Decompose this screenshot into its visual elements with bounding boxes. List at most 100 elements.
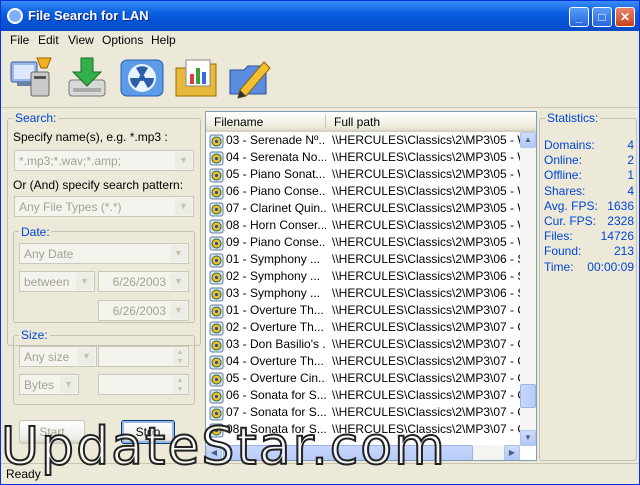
toolbar [1,50,639,108]
filename-cell: 03 - Don Basilio's ... [226,337,326,351]
stat-row: Found: 213 [544,244,634,258]
scroll-left-icon[interactable]: ◀ [206,445,222,460]
path-cell: \\HERCULES\Classics\2\MP3\07 - Gioac [332,405,520,419]
audio-file-icon [209,321,224,336]
hscroll-thumb[interactable] [223,445,473,460]
table-row[interactable]: 04 - Serenata No... \\HERCULES\Classics\2… [206,150,520,167]
path-cell: \\HERCULES\Classics\2\MP3\07 - Gioac [332,320,520,334]
stat-row: Files: 14726 [544,229,634,243]
table-row[interactable]: 03 - Serenade Nº... \\HERCULES\Classics\2… [206,133,520,150]
size-mode-combo[interactable]: Any size ▼ [19,346,97,367]
spin-down-icon[interactable]: ▼ [173,357,187,366]
vertical-scrollbar[interactable]: ▲ ▼ [520,132,536,446]
scroll-up-icon[interactable]: ▲ [520,132,536,148]
table-row[interactable]: 03 - Don Basilio's ... \\HERCULES\Classic… [206,337,520,354]
maximize-button[interactable]: □ [592,7,612,27]
menu-edit[interactable]: Edit [38,33,59,47]
scroll-down-icon[interactable]: ▼ [520,430,536,446]
spin-up-icon[interactable]: ▲ [173,376,187,385]
path-cell: \\HERCULES\Classics\2\MP3\06 - Serge [332,269,520,283]
chevron-down-icon[interactable]: ▼ [175,198,192,215]
stop-button[interactable]: Stop [121,420,175,444]
chevron-down-icon[interactable]: ▼ [76,273,93,290]
folder-pencil-icon[interactable] [226,54,274,102]
table-row[interactable]: 02 - Symphony ... \\HERCULES\Classics\2\M… [206,269,520,286]
size-mode-value: Any size [24,350,70,364]
date-to-picker[interactable]: 6/26/2003 ▼ [98,300,189,321]
size-unit-combo[interactable]: Bytes ▼ [19,374,79,395]
chevron-down-icon[interactable]: ▼ [175,152,192,169]
menu-options[interactable]: Options [102,33,143,47]
table-row[interactable]: 07 - Clarinet Quin... \\HERCULES\Classics… [206,201,520,218]
audio-file-icon [209,219,224,234]
stat-label: Avg. FPS: [544,198,598,213]
results-list[interactable]: Filename Full path 03 - Serenade Nº... \\… [205,111,537,461]
table-row[interactable]: 01 - Overture Th... \\HERCULES\Classics\2… [206,303,520,320]
filename-cell: 09 - Piano Conse... [226,235,326,249]
audio-file-icon [209,270,224,285]
date-from-picker[interactable]: 6/26/2003 ▼ [98,271,189,292]
date-mode-combo[interactable]: Any Date ▼ [19,243,189,264]
filename-cell: 08 - Horn Conser... [226,218,326,232]
date-legend: Date: [19,225,52,239]
stat-value: 2 [627,153,634,168]
path-cell: \\HERCULES\Classics\2\MP3\05 - Wolfg [332,184,520,198]
close-button[interactable]: ✕ [615,7,635,27]
report-chart-icon[interactable] [172,54,220,102]
name-combo[interactable]: *.mp3;*.wav;*.amp; ▼ [14,150,194,171]
spin-up-icon[interactable]: ▲ [173,348,187,357]
table-row[interactable]: 05 - Overture Cin... \\HERCULES\Classics\… [206,371,520,388]
name-label: Specify name(s), e.g. *.mp3 : [13,130,168,144]
download-icon[interactable] [63,54,111,102]
window-title: File Search for LAN [28,8,149,23]
menu-view[interactable]: View [68,33,94,47]
table-row[interactable]: 04 - Overture Th... \\HERCULES\Classics\2… [206,354,520,371]
menu-help[interactable]: Help [151,33,176,47]
status-text: Ready [6,467,41,481]
table-row[interactable]: 08 - Sonata for S... \\HERCULES\Classics\… [206,422,520,439]
column-divider[interactable] [325,115,326,129]
radiation-icon[interactable] [118,54,166,102]
table-row[interactable]: 06 - Piano Conse... \\HERCULES\Classics\2… [206,184,520,201]
table-row[interactable]: 08 - Horn Conser... \\HERCULES\Classics\2… [206,218,520,235]
chevron-down-icon[interactable]: ▼ [78,348,95,365]
column-full-path[interactable]: Full path [334,115,380,129]
size-max-spinner[interactable]: ▲ ▼ [98,374,189,395]
date-range-combo[interactable]: between ▼ [19,271,95,292]
horizontal-scrollbar[interactable]: ◀ ▶ [206,445,520,460]
stat-label: Online: [544,153,583,168]
stat-value: 14726 [600,229,634,244]
chevron-down-icon[interactable]: ▼ [170,245,187,262]
scroll-right-icon[interactable]: ▶ [504,445,520,460]
table-row[interactable]: 01 - Symphony ... \\HERCULES\Classics\2\M… [206,252,520,269]
chevron-down-icon[interactable]: ▼ [60,376,77,393]
audio-file-icon [209,253,224,268]
chevron-down-icon[interactable]: ▼ [170,302,187,319]
chevron-down-icon[interactable]: ▼ [170,273,187,290]
stat-label: Time: [544,259,574,274]
table-row[interactable]: 09 - Piano Conse... \\HERCULES\Classics\2… [206,235,520,252]
menu-file[interactable]: File [10,33,29,47]
network-computer-icon[interactable] [7,54,55,102]
column-filename[interactable]: Filename [214,115,263,129]
table-row[interactable]: 03 - Symphony ... \\HERCULES\Classics\2\M… [206,286,520,303]
table-row[interactable]: 07 - Sonata for S... \\HERCULES\Classics\… [206,405,520,422]
audio-file-icon [209,338,224,353]
start-button[interactable]: Start [19,420,85,444]
table-row[interactable]: 05 - Piano Sonat... \\HERCULES\Classics\2… [206,167,520,184]
title-bar[interactable]: File Search for LAN _ □ ✕ [1,1,639,31]
table-row[interactable]: 02 - Overture Th... \\HERCULES\Classics\2… [206,320,520,337]
filename-cell: 06 - Sonata for S... [226,388,326,402]
scroll-thumb[interactable] [520,384,536,408]
minimize-button[interactable]: _ [569,7,589,27]
spin-down-icon[interactable]: ▼ [173,385,187,394]
size-min-spinner[interactable]: ▲ ▼ [98,346,189,367]
path-cell: \\HERCULES\Classics\2\MP3\07 - Gioac [332,303,520,317]
path-cell: \\HERCULES\Classics\2\MP3\05 - Wolfg [332,235,520,249]
path-cell: \\HERCULES\Classics\2\MP3\07 - Gioac [332,337,520,351]
filename-cell: 01 - Symphony ... [226,252,321,266]
stat-label: Shares: [544,183,586,198]
pattern-combo[interactable]: Any File Types (*.*) ▼ [14,196,194,217]
table-row[interactable]: 06 - Sonata for S... \\HERCULES\Classics\… [206,388,520,405]
path-cell: \\HERCULES\Classics\2\MP3\07 - Gioac [332,371,520,385]
